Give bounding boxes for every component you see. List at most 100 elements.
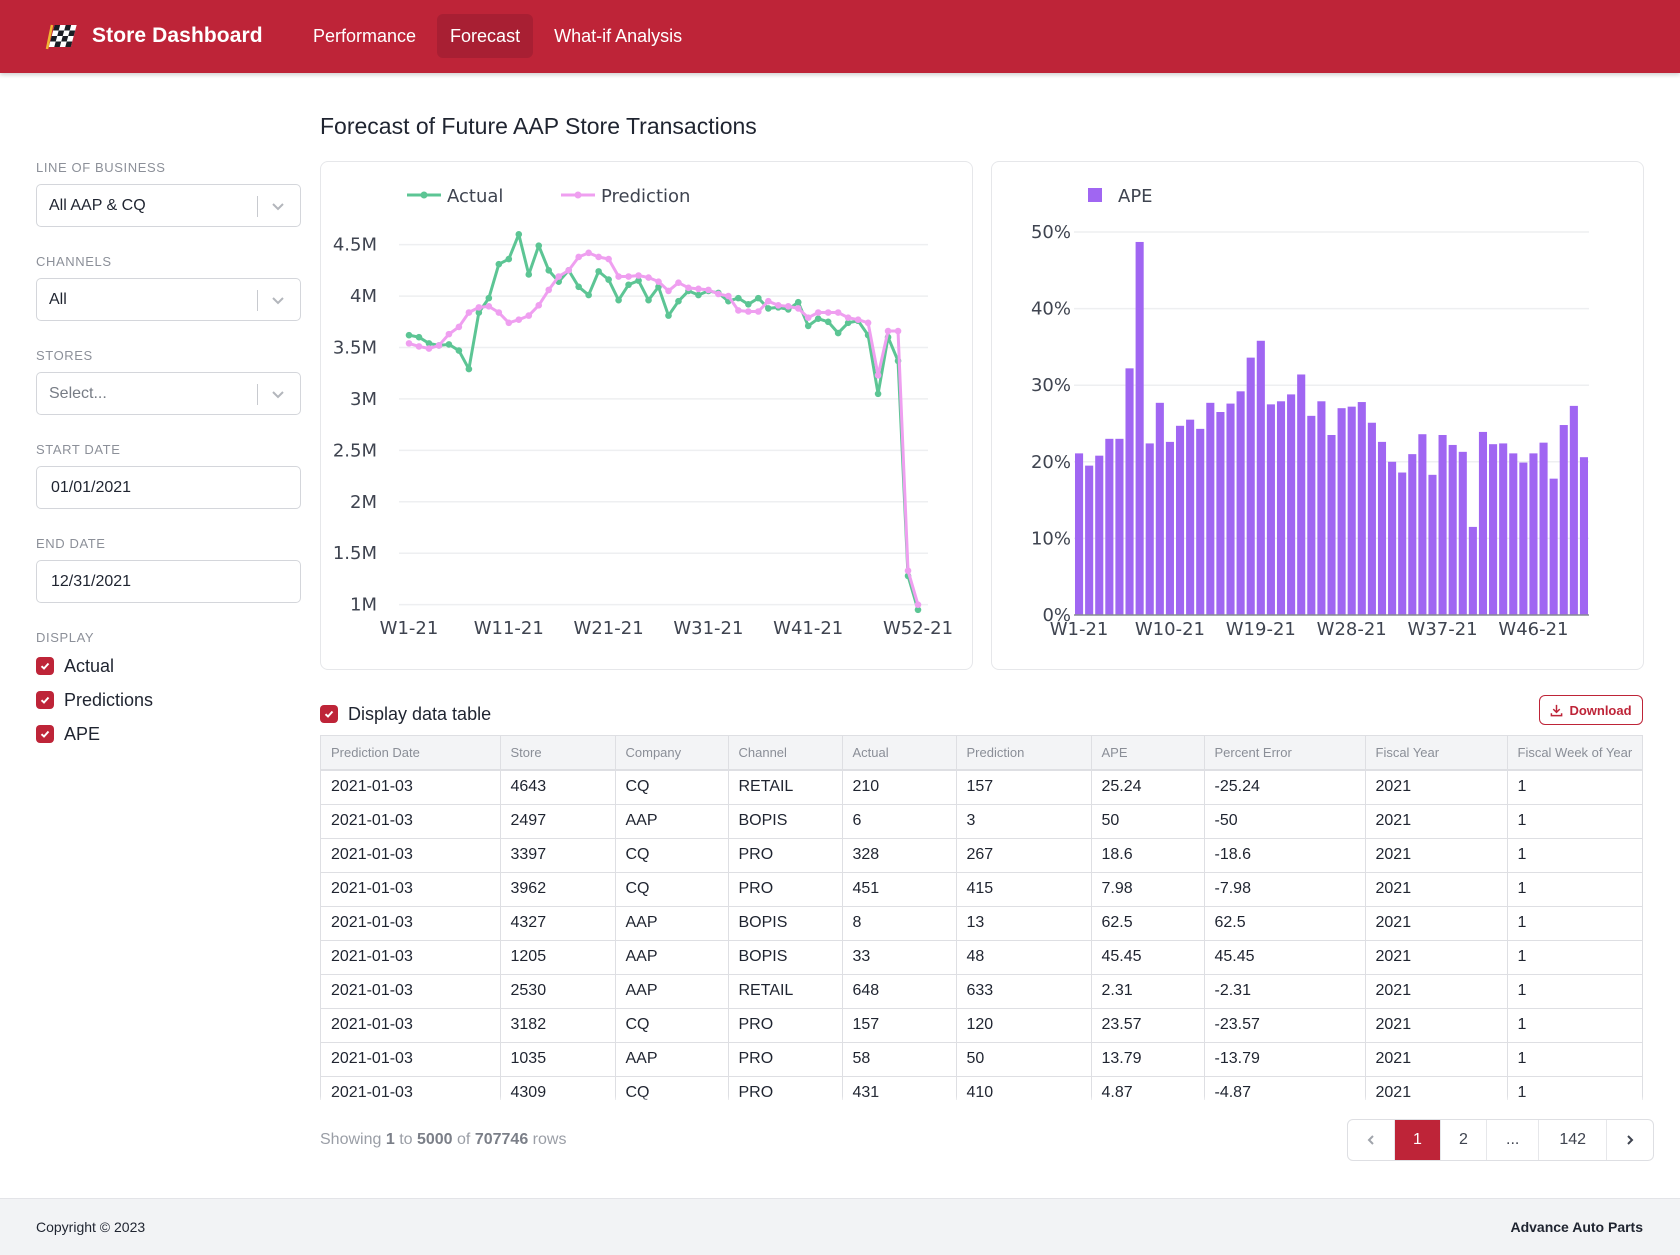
bar-ape [1418, 434, 1427, 615]
table-cell: 62.5 [1204, 906, 1366, 941]
data-point-prediction [874, 371, 882, 379]
checkbox-checked[interactable] [36, 657, 54, 675]
data-table[interactable]: Prediction Date Store Company Channel Actual… [320, 735, 1643, 1100]
page-ellipsis[interactable]: ... [1487, 1120, 1540, 1160]
channels-value: All [49, 291, 67, 308]
table-row[interactable]: 2021-01-03 2530 AAP RETAIL 648 633 2.31 -2.31 20… [321, 974, 1642, 1009]
column-header[interactable]: APE [1091, 736, 1205, 771]
chevron-down-icon[interactable] [270, 198, 286, 214]
check-icon [324, 710, 334, 718]
data-point-prediction [625, 273, 632, 280]
channels-select[interactable]: All [36, 278, 301, 321]
data-point-actual [814, 315, 822, 322]
checkbox-checked[interactable] [36, 691, 54, 709]
legend-label-actual: Actual [447, 186, 503, 207]
checkbox-checked[interactable] [36, 725, 54, 743]
page-2-button[interactable]: 2 [1441, 1120, 1487, 1160]
rows-info-to: 5000 [416, 1131, 453, 1148]
bar-ape [1408, 454, 1417, 615]
table-cell: 2021 [1365, 872, 1508, 907]
table-cell: 157 [956, 770, 1092, 805]
data-point-actual [824, 318, 832, 326]
column-header[interactable]: Prediction [956, 736, 1092, 771]
table-row[interactable]: 2021-01-03 2497 AAP BOPIS 6 3 50 -50 2021 1 [321, 804, 1642, 839]
data-point-prediction [824, 309, 832, 316]
table-row[interactable]: 2021-01-03 3182 CQ PRO 157 120 23.57 -23.57 2021… [321, 1008, 1642, 1043]
rows-info-suffix: rows [532, 1131, 567, 1148]
data-point-actual [615, 296, 622, 304]
table-cell: 2021-01-03 [321, 1042, 501, 1077]
column-header[interactable]: Fiscal Year [1365, 736, 1508, 771]
table-cell: CQ [615, 872, 729, 907]
table-cell: 2021 [1365, 804, 1508, 839]
data-point-actual [595, 268, 602, 275]
y-tick-label: 2.5M [333, 440, 377, 461]
prev-page-button[interactable] [1348, 1120, 1395, 1160]
bar-ape [1377, 441, 1387, 615]
table-cell: 648 [842, 974, 957, 1009]
table-cell: 267 [956, 838, 1092, 873]
line-of-business-select[interactable]: All AAP & CQ [36, 184, 301, 227]
bar-ape [1226, 403, 1235, 615]
table-cell: RETAIL [728, 770, 843, 805]
display-data-table-checkbox[interactable]: Display data table [320, 697, 491, 731]
column-header[interactable]: Percent Error [1204, 736, 1366, 771]
column-header[interactable]: Actual [842, 736, 957, 771]
bar-ape [1468, 526, 1477, 615]
table-cell: -23.57 [1204, 1008, 1366, 1043]
table-row[interactable]: 2021-01-03 3962 CQ PRO 451 415 7.98 -7.98 2021 1 [321, 872, 1642, 907]
ape-bar-chart[interactable]: 0%10%20%30%40%50%W1-21 W10-21 W19-21 W28-21… [992, 162, 1645, 671]
column-header[interactable]: Channel [728, 736, 843, 771]
column-header[interactable]: Fiscal Week of Year [1507, 736, 1642, 771]
checkbox-checked[interactable] [320, 705, 338, 723]
table-cell: 1 [1507, 906, 1642, 941]
table-cell: 3 [956, 804, 1092, 839]
data-point-prediction [515, 316, 523, 324]
table-cell: 45.45 [1091, 940, 1205, 975]
table-row[interactable]: 2021-01-03 1035 AAP PRO 58 50 13.79 -13.79 2021 1 [321, 1042, 1642, 1077]
display-ape-checkbox[interactable]: APE [36, 717, 301, 751]
table-cell: AAP [615, 1042, 729, 1077]
data-point-actual [735, 294, 742, 302]
chevron-down-icon[interactable] [270, 386, 286, 402]
data-point-actual [515, 231, 523, 238]
stores-select[interactable]: Select... [36, 372, 301, 415]
column-header[interactable]: Store [500, 736, 616, 771]
bar-ape [1075, 453, 1084, 615]
chevron-down-icon[interactable] [270, 292, 286, 308]
table-cell: 2021 [1365, 838, 1508, 873]
data-point-prediction [834, 309, 842, 316]
page-1-button[interactable]: 1 [1395, 1120, 1441, 1160]
data-point-actual [575, 283, 582, 291]
data-point-prediction [764, 297, 772, 305]
table-row[interactable]: 2021-01-03 4643 CQ RETAIL 210 157 25.24 -25.24 2… [321, 770, 1642, 805]
end-date-input[interactable] [36, 560, 301, 603]
table-cell: 1 [1507, 940, 1642, 975]
column-header[interactable]: Company [615, 736, 729, 771]
start-date-input[interactable] [36, 466, 301, 509]
data-point-actual [545, 267, 553, 274]
display-predictions-checkbox[interactable]: Predictions [36, 683, 301, 717]
bar-ape [1478, 431, 1488, 615]
brand[interactable]: Store Dashboard [42, 20, 263, 52]
bar-ape [1539, 442, 1548, 615]
bar-ape [1509, 453, 1518, 615]
display-actual-checkbox[interactable]: Actual [36, 649, 301, 683]
table-cell: 2021 [1365, 940, 1508, 975]
download-button[interactable]: Download [1539, 695, 1643, 725]
table-row[interactable]: 2021-01-03 4327 AAP BOPIS 8 13 62.5 62.5 2021 1 [321, 906, 1642, 941]
next-page-button[interactable] [1607, 1120, 1653, 1160]
nav-performance[interactable]: Performance [300, 14, 429, 58]
nav-forecast[interactable]: Forecast [437, 14, 534, 58]
table-row[interactable]: 2021-01-03 3397 CQ PRO 328 267 18.6 -18.6 2021 1 [321, 838, 1642, 873]
column-header[interactable]: Prediction Date [321, 736, 501, 771]
table-cell: 2021-01-03 [321, 770, 501, 805]
data-point-prediction [505, 319, 513, 327]
forecast-line-chart[interactable]: 1M 1.5M 2M 2.5M 3M 3.5M 4M 4.5M W1-21 W11-21 W21-2… [321, 162, 974, 671]
page-142-button[interactable]: 142 [1539, 1120, 1608, 1160]
data-point-actual [745, 300, 752, 308]
table-row[interactable]: 2021-01-03 1205 AAP BOPIS 33 48 45.45 45.45 2021… [321, 940, 1642, 975]
nav-what-if-analysis[interactable]: What-if Analysis [541, 14, 695, 58]
data-point-prediction [615, 273, 622, 280]
display-ape-label: APE [64, 723, 101, 744]
